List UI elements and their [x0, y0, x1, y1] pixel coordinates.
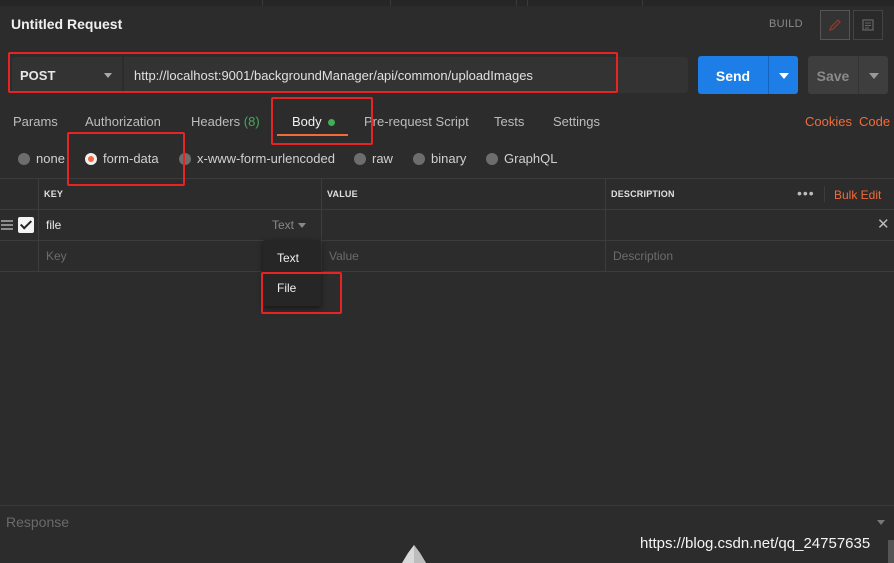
- radio-circle: [354, 152, 366, 165]
- row-enabled-checkbox[interactable]: [18, 217, 34, 233]
- row-divider: [0, 240, 894, 241]
- tab-authorization[interactable]: Authorization: [85, 114, 161, 129]
- row-key-value[interactable]: file: [46, 218, 61, 232]
- new-key-input[interactable]: Key: [46, 249, 67, 263]
- row-type-value: Text: [272, 218, 295, 232]
- column-header-value: VALUE: [327, 189, 358, 199]
- column-divider: [605, 178, 606, 272]
- chevron-down-icon[interactable]: [877, 520, 885, 525]
- tab-headers-label: Headers: [191, 114, 241, 129]
- radio-graphql[interactable]: GraphQL: [486, 151, 557, 166]
- docs-mode-button[interactable]: [853, 10, 883, 40]
- radio-x-www-form-urlencoded[interactable]: x-www-form-urlencoded: [179, 151, 335, 166]
- annotation-box-url: [8, 52, 618, 93]
- remove-row-icon[interactable]: ✕: [877, 215, 890, 233]
- edit-mode-button[interactable]: [820, 10, 850, 40]
- radio-none[interactable]: none: [18, 151, 65, 166]
- column-header-key: KEY: [44, 189, 64, 199]
- pencil-icon: [828, 19, 841, 32]
- column-divider: [38, 178, 39, 272]
- radio-label: binary: [431, 151, 467, 166]
- column-header-description: DESCRIPTION: [611, 189, 675, 199]
- spaceman-illustration: [402, 545, 426, 563]
- request-title[interactable]: Untitled Request: [11, 16, 122, 32]
- radio-raw[interactable]: raw: [354, 151, 393, 166]
- bulk-edit-link[interactable]: Bulk Edit: [834, 188, 881, 202]
- radio-binary[interactable]: binary: [413, 151, 466, 166]
- row-type-select[interactable]: Text: [272, 218, 307, 232]
- row-divider: [0, 271, 894, 272]
- annotation-box-file: [261, 272, 342, 314]
- tab-pre-request-script[interactable]: Pre-request Script: [364, 114, 469, 129]
- radio-circle: [18, 152, 30, 165]
- divider: [824, 186, 825, 202]
- watermark-text: https://blog.csdn.net/qq_24757635: [640, 535, 871, 552]
- chevron-down-icon: [298, 223, 307, 229]
- radio-label: none: [36, 151, 65, 166]
- new-value-input[interactable]: Value: [329, 249, 359, 263]
- headers-count: (8): [243, 114, 260, 129]
- top-tab-strip: [0, 0, 894, 6]
- tab-tests[interactable]: Tests: [494, 114, 524, 129]
- annotation-box-form-data: [67, 132, 185, 186]
- save-button[interactable]: Save: [808, 56, 858, 94]
- radio-circle: [486, 152, 498, 165]
- more-options-icon[interactable]: •••: [797, 185, 815, 201]
- dropdown-option-text[interactable]: Text: [277, 251, 299, 265]
- cookies-link[interactable]: Cookies: [805, 114, 852, 129]
- tab-settings[interactable]: Settings: [553, 114, 600, 129]
- document-icon: [862, 19, 874, 31]
- response-label: Response: [6, 514, 70, 530]
- radio-label: x-www-form-urlencoded: [197, 151, 335, 166]
- save-options-button[interactable]: [858, 56, 888, 94]
- response-divider: [0, 505, 894, 506]
- tab-headers[interactable]: Headers (8): [191, 114, 260, 129]
- scrollbar[interactable]: [888, 540, 894, 563]
- code-link[interactable]: Code: [859, 114, 890, 129]
- radio-label: GraphQL: [504, 151, 558, 166]
- send-button[interactable]: Send: [698, 56, 768, 94]
- radio-label: raw: [372, 151, 393, 166]
- drag-handle-icon[interactable]: [1, 220, 13, 232]
- build-label: BUILD: [769, 18, 803, 30]
- annotation-box-body: [271, 97, 373, 145]
- send-options-button[interactable]: [768, 56, 798, 94]
- tab-params[interactable]: Params: [13, 114, 58, 129]
- column-divider: [321, 178, 322, 272]
- new-description-input[interactable]: Description: [613, 249, 673, 263]
- radio-circle: [413, 152, 425, 165]
